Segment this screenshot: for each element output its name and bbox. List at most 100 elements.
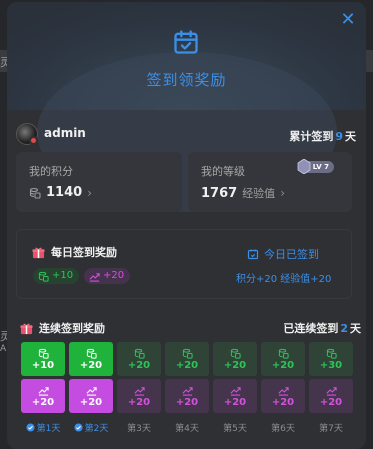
cumulative-suffix: 天 [345, 130, 356, 143]
streak-day-xp-value: +20 [223, 396, 247, 408]
streak-day-points-value: +20 [271, 359, 295, 371]
coins-icon [230, 348, 241, 359]
cumulative-prefix: 累计签到 [289, 130, 334, 143]
trend-up-icon [326, 386, 337, 396]
streak-day-points-value: +20 [223, 359, 247, 371]
streak-day-points: +20 [165, 342, 209, 376]
coins-icon [182, 348, 193, 359]
daily-reward-title: 每日签到奖励 [32, 244, 117, 260]
level-value-row: 1767 经验值 › [201, 185, 285, 201]
streak-day-points-value: +30 [319, 359, 343, 371]
today-signed-text: 今日已签到 [264, 248, 319, 261]
streak-day-label-text: 第6天 [271, 424, 295, 434]
streak-reward-title: 连续签到奖励 [20, 320, 105, 336]
level-badge: LV 7 [297, 159, 334, 174]
streak-day-xp-value: +20 [127, 396, 151, 408]
close-icon[interactable]: ✕ [338, 10, 358, 30]
streak-day-xp: +20 [117, 379, 161, 413]
streak-day-xp-value: +20 [79, 396, 103, 408]
coins-icon [38, 271, 49, 282]
check-circle-icon [26, 423, 35, 432]
streak-day-points: +10 [21, 342, 65, 376]
today-signed-status: 今日已签到 [247, 246, 319, 262]
trend-up-icon [182, 386, 193, 396]
streak-day-label-text: 第4天 [175, 424, 199, 434]
streak-day-xp: +20 [261, 379, 305, 413]
streak-day-label: 第2天 [69, 421, 113, 434]
level-card[interactable]: 我的等级 LV 7 1767 经验值 › [188, 152, 352, 212]
trend-up-icon [86, 386, 97, 396]
daily-xp-pill: +20 [84, 268, 131, 284]
level-value: 1767 [201, 185, 238, 201]
daily-xp-value: +20 [103, 270, 125, 281]
streak-day-points: +20 [69, 342, 113, 376]
trend-up-icon [38, 386, 49, 396]
user-row: admin 累计签到 9 天 [16, 123, 356, 147]
points-value: 1140 [46, 185, 83, 200]
coins-icon [29, 187, 41, 199]
streak-day-label: 第3天 [117, 421, 161, 434]
streak-day-label-text: 第3天 [127, 424, 151, 434]
streak-day-xp: +20 [165, 379, 209, 413]
background-strip [365, 50, 373, 72]
coins-icon [278, 348, 289, 359]
daily-reward-title-text: 每日签到奖励 [51, 246, 117, 259]
gift-icon [20, 323, 33, 334]
chevron-right-icon: › [87, 185, 92, 200]
check-circle-icon [74, 423, 83, 432]
streak-day-xp: +20 [21, 379, 65, 413]
streak-day-points: +20 [261, 342, 305, 376]
streak-day-points-value: +10 [31, 359, 55, 371]
points-value-row: 1140 › [29, 185, 92, 200]
daily-points-pill: +10 [33, 268, 80, 284]
coins-icon [86, 348, 97, 359]
modal-title: 签到领奖励 [146, 71, 227, 89]
trend-up-icon [230, 386, 241, 396]
streak-day-points-value: +20 [175, 359, 199, 371]
coins-icon [326, 348, 337, 359]
points-card[interactable]: 我的积分 1140 › [16, 152, 182, 212]
streak-status-prefix: 已连续签到 [283, 322, 339, 335]
level-unit: 经验值 [242, 187, 276, 200]
streak-day-xp-value: +20 [175, 396, 199, 408]
today-reward-summary: 积分+20 经验值+20 [236, 274, 332, 285]
streak-reward-title-text: 连续签到奖励 [39, 322, 105, 335]
gem-icon [297, 159, 311, 174]
streak-day-label-text: 第2天 [84, 424, 109, 434]
calendar-check-icon [247, 249, 259, 260]
username: admin [44, 126, 86, 140]
streak-day-points: +20 [117, 342, 161, 376]
streak-day-points-value: +20 [79, 359, 103, 371]
streak-day-points: +20 [213, 342, 257, 376]
streak-status: 已连续签到 2 天 [283, 320, 361, 336]
streak-day-label-text: 第1天 [36, 424, 61, 434]
streak-day-xp: +20 [69, 379, 113, 413]
trend-up-icon [278, 386, 289, 396]
streak-day-points: +30 [309, 342, 353, 376]
trend-up-icon [89, 272, 100, 282]
streak-day-label: 第7天 [309, 421, 353, 434]
streak-day-xp-value: +20 [319, 396, 343, 408]
streak-day-xp: +20 [213, 379, 257, 413]
streak-day-points-value: +20 [127, 359, 151, 371]
avatar-badge [29, 136, 38, 145]
background-text: A [0, 344, 7, 354]
daily-points-value: +10 [52, 270, 74, 281]
modal-header [7, 2, 366, 212]
trend-up-icon [134, 386, 145, 396]
coins-icon [134, 348, 145, 359]
streak-day-label: 第5天 [213, 421, 257, 434]
calendar-check-icon [174, 30, 198, 54]
level-badge-text: LV 7 [312, 163, 329, 171]
coins-icon [38, 348, 49, 359]
points-label: 我的积分 [29, 165, 73, 178]
streak-day-xp-value: +20 [31, 396, 55, 408]
chevron-right-icon: › [280, 186, 285, 200]
streak-day-xp: +20 [309, 379, 353, 413]
level-label: 我的等级 [201, 165, 245, 178]
gift-icon [32, 247, 45, 258]
streak-day-label-text: 第5天 [223, 424, 247, 434]
cumulative-signin: 累计签到 9 天 [289, 128, 356, 144]
cumulative-days: 9 [335, 130, 343, 143]
streak-day-label-text: 第7天 [319, 424, 343, 434]
